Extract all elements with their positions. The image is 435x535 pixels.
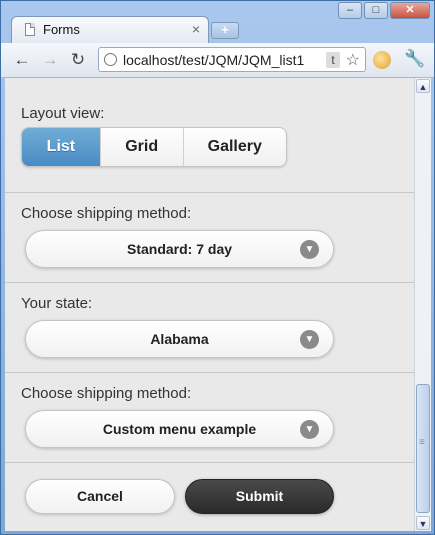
tab-strip: Forms × + – □ ✕	[1, 1, 434, 43]
page-viewport: Layout view: List Grid Gallery Choose sh…	[5, 78, 414, 531]
layout-option-list[interactable]: List	[22, 128, 101, 166]
window-controls: – □ ✕	[338, 2, 430, 19]
close-window-button[interactable]: ✕	[390, 2, 430, 19]
scroll-up-arrow-icon[interactable]: ▲	[416, 79, 430, 93]
maximize-button[interactable]: □	[364, 2, 388, 19]
minimize-button[interactable]: –	[338, 2, 362, 19]
tab-title: Forms	[43, 22, 80, 37]
layout-option-gallery[interactable]: Gallery	[183, 128, 286, 166]
scroll-thumb[interactable]	[416, 384, 430, 513]
forward-arrow-icon[interactable]: →	[39, 49, 61, 71]
globe-icon	[104, 53, 117, 66]
custom-shipping-select[interactable]: Custom menu example ▼	[25, 410, 334, 448]
custom-shipping-value: Custom menu example	[102, 421, 257, 437]
state-section: Your state: Alabama ▼	[5, 283, 414, 373]
page-icon	[25, 23, 35, 36]
extension-face-icon[interactable]	[373, 51, 391, 69]
bookmark-star-icon[interactable]: ☆	[346, 50, 360, 70]
chevron-down-icon: ▼	[300, 240, 319, 259]
custom-shipping-section: Choose shipping method: Custom menu exam…	[5, 373, 414, 463]
shipping-method-label: Choose shipping method:	[21, 205, 192, 222]
wrench-menu-icon[interactable]: 🔧	[404, 49, 425, 69]
reload-icon[interactable]: ↻	[67, 49, 89, 71]
shipping-method-select[interactable]: Standard: 7 day ▼	[25, 230, 334, 268]
state-value: Alabama	[150, 331, 209, 347]
extension-t-icon[interactable]: t	[326, 52, 340, 68]
state-select[interactable]: Alabama ▼	[25, 320, 334, 358]
submit-button[interactable]: Submit	[185, 479, 334, 514]
layout-view-label: Layout view:	[21, 105, 105, 122]
back-arrow-icon[interactable]: ←	[11, 49, 33, 71]
shipping-method-value: Standard: 7 day	[126, 241, 233, 257]
layout-option-grid[interactable]: Grid	[100, 128, 184, 166]
layout-view-section: Layout view: List Grid Gallery	[5, 78, 414, 193]
state-label: Your state:	[21, 295, 93, 312]
tab-forms[interactable]: Forms ×	[11, 16, 209, 43]
vertical-scrollbar[interactable]: ▲ ▼	[414, 78, 431, 531]
chevron-down-icon: ▼	[300, 420, 319, 439]
shipping-method-section: Choose shipping method: Standard: 7 day …	[5, 193, 414, 283]
new-tab-button[interactable]: +	[211, 22, 239, 39]
address-bar[interactable]: localhost/test/JQM/JQM_list1 t ☆	[98, 47, 366, 72]
chevron-down-icon: ▼	[300, 330, 319, 349]
browser-toolbar: ← → ↻ localhost/test/JQM/JQM_list1 t ☆ 🔧	[1, 43, 434, 78]
scroll-down-arrow-icon[interactable]: ▼	[416, 516, 430, 530]
browser-window: Forms × + – □ ✕ ← → ↻ localhost/test/JQM…	[0, 0, 435, 535]
layout-view-segmented-control: List Grid Gallery	[21, 127, 287, 167]
custom-shipping-label: Choose shipping method:	[21, 385, 192, 402]
url-text[interactable]: localhost/test/JQM/JQM_list1	[123, 52, 319, 68]
cancel-button[interactable]: Cancel	[25, 479, 175, 514]
tab-close-icon[interactable]: ×	[192, 21, 200, 37]
